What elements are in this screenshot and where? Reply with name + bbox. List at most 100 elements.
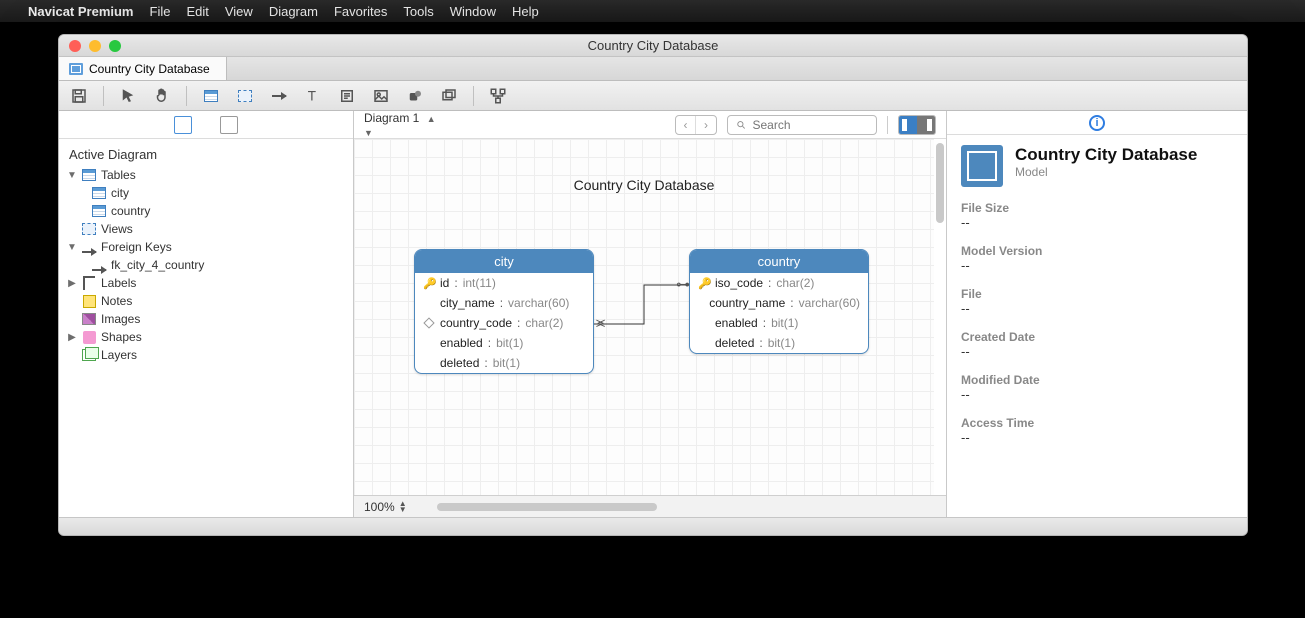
relationship-line[interactable] — [594, 279, 689, 329]
entity-country[interactable]: country 🔑iso_code: char(2) country_name:… — [689, 249, 869, 354]
field-row[interactable]: country_name: varchar(60) — [690, 293, 868, 313]
disclosure-icon[interactable]: ▶ — [67, 278, 77, 289]
table-icon — [82, 169, 96, 181]
sidebar-label: fk_city_4_country — [111, 258, 204, 272]
sidebar-label: Layers — [101, 348, 137, 362]
sidebar-tab-structure[interactable] — [174, 116, 192, 134]
menu-view[interactable]: View — [225, 4, 253, 19]
field-row[interactable]: city_name: varchar(60) — [415, 293, 593, 313]
prop-file: File-- — [961, 287, 1233, 316]
menu-help[interactable]: Help — [512, 4, 539, 19]
label-tool[interactable]: T — [303, 86, 323, 106]
status-bar: 100% ▲▼ — [354, 495, 946, 517]
sidebar-group-images[interactable]: Images — [59, 310, 353, 328]
menu-window[interactable]: Window — [450, 4, 496, 19]
hand-tool[interactable] — [152, 86, 172, 106]
svg-text:T: T — [308, 88, 316, 103]
diagram-selector[interactable]: Diagram 1 ▲▼ — [364, 111, 436, 139]
entity-city[interactable]: city 🔑id: int(11) city_name: varchar(60)… — [414, 249, 594, 374]
document-tab[interactable]: Country City Database — [59, 57, 227, 80]
diagram-canvas[interactable]: Country City Database city 🔑id: int(11) … — [354, 139, 934, 495]
titlebar[interactable]: Country City Database — [59, 35, 1247, 57]
save-button[interactable] — [69, 86, 89, 106]
model-icon — [69, 63, 83, 75]
nav-back-button[interactable]: ‹ — [676, 116, 696, 134]
tab-bar: Country City Database — [59, 57, 1247, 81]
field-row[interactable]: enabled: bit(1) — [415, 333, 593, 353]
horizontal-scrollbar[interactable] — [437, 503, 657, 511]
info-tab[interactable]: i — [1089, 115, 1105, 131]
menu-diagram[interactable]: Diagram — [269, 4, 318, 19]
foreign-key-marker-icon — [423, 317, 434, 328]
menu-favorites[interactable]: Favorites — [334, 4, 387, 19]
field-row[interactable]: country_code: char(2) — [415, 313, 593, 333]
sidebar-label: city — [111, 186, 129, 200]
field-name: id — [440, 276, 449, 290]
diagram-title: Country City Database — [354, 177, 934, 193]
auto-layout-button[interactable] — [488, 86, 508, 106]
field-name: country_name — [709, 296, 785, 310]
sidebar-group-notes[interactable]: Notes — [59, 292, 353, 310]
field-name: city_name — [440, 296, 495, 310]
layer-tool[interactable] — [439, 86, 459, 106]
disclosure-icon[interactable]: ▼ — [67, 170, 77, 181]
sidebar-tab-properties[interactable] — [220, 116, 238, 134]
field-name: enabled — [440, 336, 483, 350]
close-window-button[interactable] — [69, 40, 81, 52]
sidebar-group-labels[interactable]: ▶ Labels — [59, 274, 353, 292]
zoom-selector[interactable]: 100% ▲▼ — [364, 500, 407, 514]
diagram-selector-label: Diagram 1 — [364, 111, 419, 125]
table-tool[interactable] — [201, 86, 221, 106]
foreign-key-tool[interactable] — [269, 86, 289, 106]
toggle-right-panel[interactable] — [917, 116, 935, 134]
field-row[interactable]: 🔑iso_code: char(2) — [690, 273, 868, 293]
model-icon — [961, 145, 1003, 187]
field-row[interactable]: deleted: bit(1) — [415, 353, 593, 373]
inspector-panel: i Country City Database Model File Size-… — [947, 111, 1247, 517]
sidebar-item-country[interactable]: country — [59, 202, 353, 220]
search-input[interactable] — [753, 118, 869, 132]
disclosure-icon[interactable]: ▼ — [67, 242, 77, 253]
toggle-left-panel[interactable] — [899, 116, 917, 134]
search-field[interactable] — [727, 115, 877, 135]
field-name: enabled — [715, 316, 758, 330]
menu-tools[interactable]: Tools — [403, 4, 433, 19]
pointer-tool[interactable] — [118, 86, 138, 106]
fullscreen-window-button[interactable] — [109, 40, 121, 52]
entity-header: city — [415, 250, 593, 273]
inspector-tabs: i — [947, 111, 1247, 135]
sidebar-label: Shapes — [101, 330, 142, 344]
field-row[interactable]: 🔑id: int(11) — [415, 273, 593, 293]
app-name[interactable]: Navicat Premium — [28, 4, 134, 19]
vertical-scrollbar[interactable] — [936, 143, 944, 223]
app-window: Country City Database Country City Datab… — [58, 34, 1248, 536]
sidebar-group-fks[interactable]: ▼ Foreign Keys — [59, 238, 353, 256]
panel-toggle — [898, 115, 936, 135]
menu-file[interactable]: File — [150, 4, 171, 19]
menubar[interactable]: Navicat Premium File Edit View Diagram F… — [0, 0, 1305, 22]
prop-file-size: File Size-- — [961, 201, 1233, 230]
sidebar-group-tables[interactable]: ▼ Tables — [59, 166, 353, 184]
note-tool[interactable] — [337, 86, 357, 106]
minimize-window-button[interactable] — [89, 40, 101, 52]
view-tool[interactable] — [235, 86, 255, 106]
primary-key-icon: 🔑 — [698, 277, 710, 290]
sidebar-group-views[interactable]: Views — [59, 220, 353, 238]
disclosure-icon[interactable]: ▶ — [67, 332, 77, 343]
cardinality-many-icon: ⪤ — [596, 315, 605, 331]
image-icon — [82, 313, 96, 325]
layer-icon — [82, 349, 96, 361]
image-tool[interactable] — [371, 86, 391, 106]
sidebar-group-layers[interactable]: Layers — [59, 346, 353, 364]
sidebar-group-shapes[interactable]: ▶ Shapes — [59, 328, 353, 346]
sidebar-item-fk[interactable]: fk_city_4_country — [59, 256, 353, 274]
nav-forward-button[interactable]: › — [696, 116, 716, 134]
zoom-value: 100% — [364, 500, 395, 514]
menu-edit[interactable]: Edit — [186, 4, 208, 19]
shape-tool[interactable] — [405, 86, 425, 106]
field-name: country_code — [440, 316, 512, 330]
canvas-panel: Diagram 1 ▲▼ ‹ › — [354, 111, 947, 517]
field-row[interactable]: deleted: bit(1) — [690, 333, 868, 353]
field-row[interactable]: enabled: bit(1) — [690, 313, 868, 333]
sidebar-item-city[interactable]: city — [59, 184, 353, 202]
